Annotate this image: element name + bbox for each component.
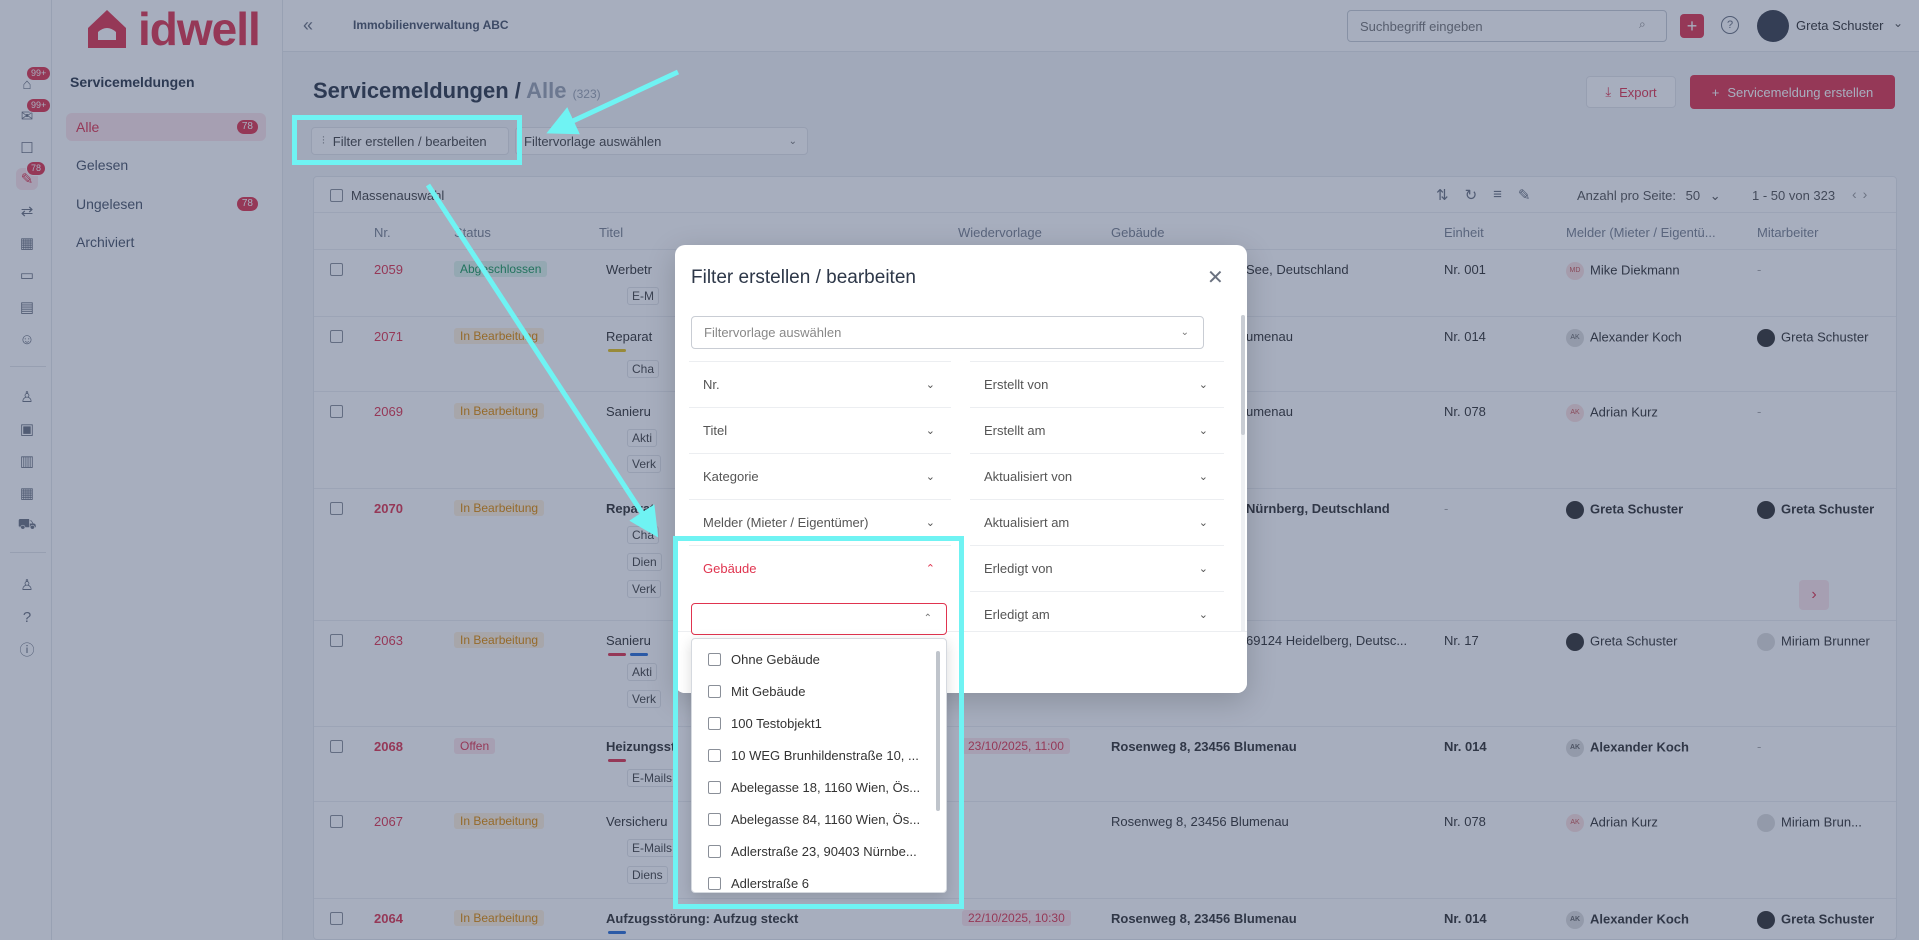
annotation-arrows <box>425 69 680 538</box>
annotation-arrow <box>546 69 680 135</box>
annotation-arrow <box>425 183 659 538</box>
